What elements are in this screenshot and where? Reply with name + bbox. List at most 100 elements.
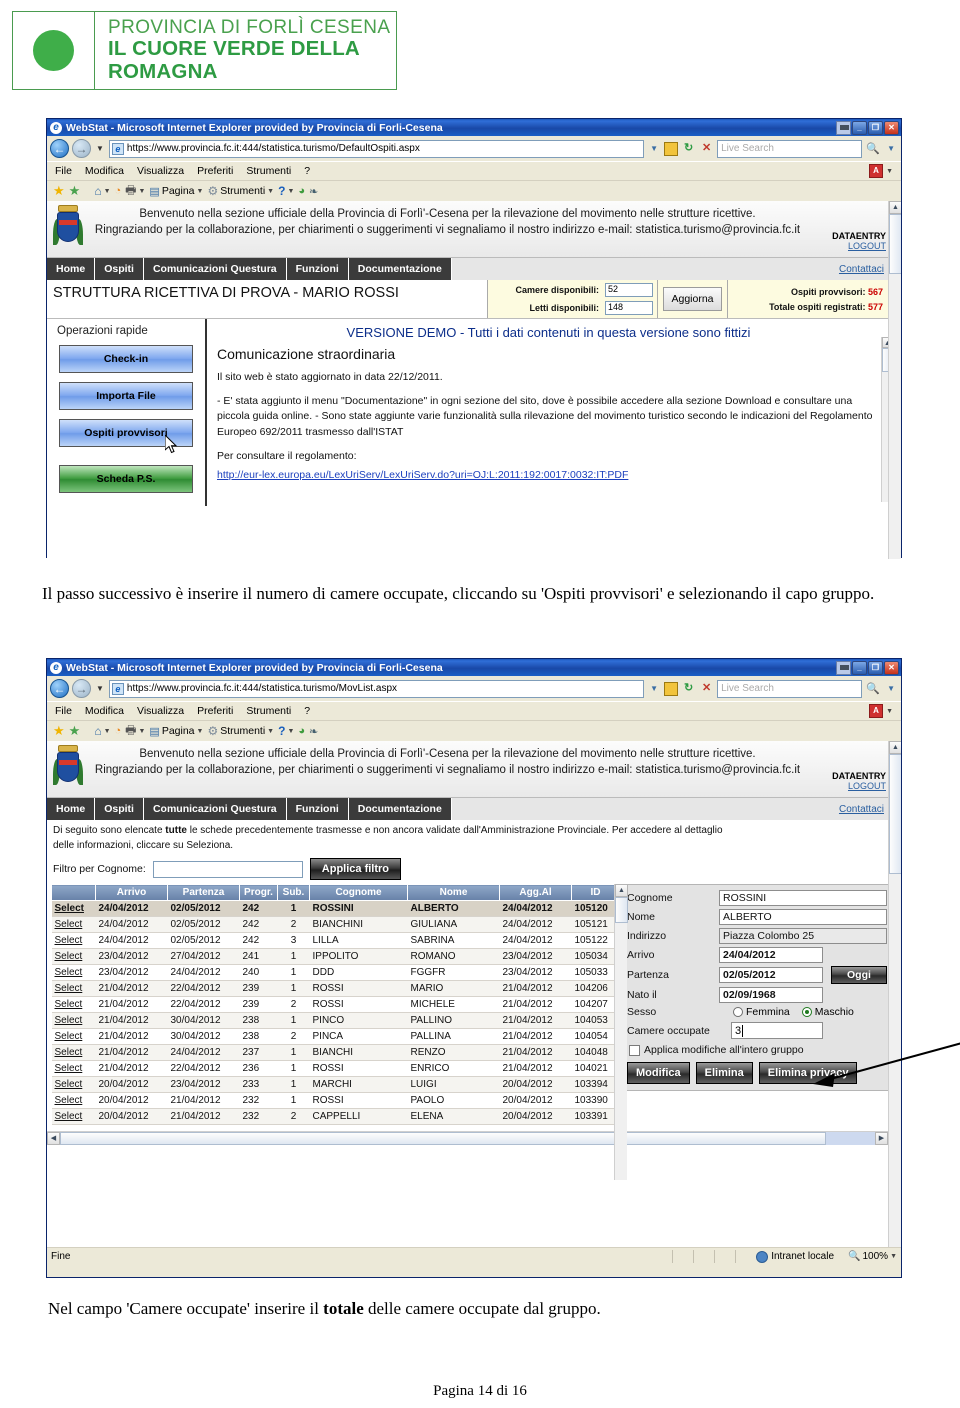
table-scroll-thumb[interactable] xyxy=(615,897,628,923)
add-favorite-icon-1[interactable]: ★ xyxy=(69,183,81,199)
table-row[interactable]: Select 24/04/2012 02/05/2012 242 1 ROSSINI ALB… xyxy=(51,900,620,917)
apply-filter-button[interactable]: Applica filtro xyxy=(309,858,402,880)
table-row[interactable]: Select 21/04/2012 24/04/2012 237 1 BIANCHI REN… xyxy=(51,1044,620,1061)
table-row[interactable]: Select 20/04/2012 21/04/2012 232 2 CAPPELLI EL… xyxy=(51,1108,620,1125)
th-sub[interactable]: Sub. xyxy=(277,884,310,901)
home-icon-2[interactable]: ⌂ xyxy=(94,724,101,738)
help-chevron-down-icon-2[interactable]: ▼ xyxy=(287,728,294,735)
print-icon-1[interactable]: 🖶 xyxy=(125,181,136,202)
select-link[interactable]: Select xyxy=(55,1047,83,1058)
stop-icon-1[interactable]: ✕ xyxy=(699,141,714,156)
maximize-button-1[interactable]: ❐ xyxy=(868,120,883,135)
print-chevron-down-icon-2[interactable]: ▼ xyxy=(138,728,145,735)
address-input-1[interactable]: e https://www.provincia.fc.it:444/statis… xyxy=(108,139,645,158)
add-favorite-icon-2[interactable]: ★ xyxy=(69,723,81,739)
th-cognome[interactable]: Cognome xyxy=(309,884,408,901)
th-progr[interactable]: Progr. xyxy=(239,884,278,901)
search-icon-1[interactable]: 🔍 xyxy=(865,140,881,158)
oggi-button[interactable]: Oggi xyxy=(831,966,887,984)
checkin-button[interactable]: Check-in xyxy=(59,345,193,373)
stop-icon-2[interactable]: ✕ xyxy=(699,681,714,696)
radio-maschio[interactable]: Maschio xyxy=(801,1006,854,1018)
scroll-up-icon-1[interactable]: ▲ xyxy=(889,201,901,214)
nav-funzioni-2[interactable]: Funzioni xyxy=(286,798,349,820)
nav-documentazione-1[interactable]: Documentazione xyxy=(348,258,452,280)
menu-modifica-1[interactable]: Modifica xyxy=(85,165,124,177)
search-chevron-down-icon-1[interactable]: ▼ xyxy=(884,144,898,153)
tools-gear-icon-2[interactable]: ⚙ xyxy=(207,724,218,738)
radio-femmina[interactable]: Femmina xyxy=(733,1006,790,1018)
help-icon-1[interactable]: ? xyxy=(278,184,285,198)
nav-ospiti-1[interactable]: Ospiti xyxy=(95,258,144,280)
table-row[interactable]: Select 21/04/2012 30/04/2012 238 1 PINCO PALLI… xyxy=(51,1012,620,1029)
detail-nome-input[interactable]: ALBERTO xyxy=(719,909,887,925)
printer-icon[interactable] xyxy=(836,120,851,135)
row-select-cell[interactable]: Select xyxy=(51,1108,96,1125)
menu-preferiti-2[interactable]: Preferiti xyxy=(197,705,233,717)
page-horizontal-scrollbar-2[interactable]: ◀ ▶ xyxy=(47,1131,888,1145)
research-icon-2[interactable]: ❧ xyxy=(309,725,318,738)
select-link[interactable]: Select xyxy=(55,935,83,946)
logout-link-1[interactable]: LOGOUT xyxy=(848,241,886,251)
table-row[interactable]: Select 24/04/2012 02/05/2012 242 2 BIANCHINI G… xyxy=(51,916,620,933)
home-icon-1[interactable]: ⌂ xyxy=(94,184,101,198)
table-row[interactable]: Select 20/04/2012 21/04/2012 232 1 ROSSI PAOLO… xyxy=(51,1092,620,1109)
scroll-thumb-2[interactable] xyxy=(889,754,901,874)
select-link[interactable]: Select xyxy=(55,919,83,930)
minimize-button-2[interactable]: _ xyxy=(852,660,867,675)
nav-ospiti-2[interactable]: Ospiti xyxy=(95,798,144,820)
filter-surname-input[interactable] xyxy=(152,860,303,878)
rss-feed-icon-1[interactable]: ◔ xyxy=(115,185,122,197)
search-input-1[interactable]: Live Search xyxy=(717,139,863,158)
menu-strumenti-2[interactable]: Strumenti xyxy=(246,705,291,717)
row-select-cell[interactable]: Select xyxy=(51,964,96,981)
favorites-star-icon-2[interactable]: ★ xyxy=(53,723,65,739)
row-select-cell[interactable]: Select xyxy=(51,1060,96,1077)
tools-chevron-down-icon-1[interactable]: ▼ xyxy=(267,188,274,195)
menu-file-2[interactable]: File xyxy=(55,705,72,717)
nav-funzioni-1[interactable]: Funzioni xyxy=(286,258,349,280)
zoom-chevron-down-icon[interactable]: ▼ xyxy=(890,1253,897,1260)
regolamento-link[interactable]: http://eur-lex.europa.eu/LexUriServ/LexU… xyxy=(217,469,628,481)
row-select-cell[interactable]: Select xyxy=(51,1012,96,1029)
ospiti-provvisori-button[interactable]: Ospiti provvisori xyxy=(59,419,193,447)
close-button-1[interactable]: ✕ xyxy=(884,120,899,135)
apply-group-checkbox[interactable] xyxy=(629,1044,640,1056)
table-scroll-up-icon[interactable]: ▲ xyxy=(615,884,628,897)
contact-link-2[interactable]: Contattaci xyxy=(839,804,884,815)
printer-icon-2[interactable] xyxy=(836,660,851,675)
scroll-thumb-1[interactable] xyxy=(889,214,901,274)
table-vertical-scrollbar[interactable]: ▲ xyxy=(614,884,628,1180)
refresh-icon-2[interactable]: ↻ xyxy=(681,681,696,696)
select-link[interactable]: Select xyxy=(55,983,83,994)
page-menu-icon-1[interactable]: ▤ xyxy=(149,185,159,198)
table-row[interactable]: Select 21/04/2012 22/04/2012 239 1 ROSSI MARIO… xyxy=(51,980,620,997)
table-row[interactable]: Select 20/04/2012 23/04/2012 233 1 MARCHI LUIG… xyxy=(51,1076,620,1093)
table-row[interactable]: Select 21/04/2012 30/04/2012 238 2 PINCA PALLI… xyxy=(51,1028,620,1045)
row-select-cell[interactable]: Select xyxy=(51,996,96,1013)
th-partenza[interactable]: Partenza xyxy=(167,884,240,901)
pdf-chevron-down-icon-2[interactable]: ▼ xyxy=(886,708,893,715)
tools-menu-label-2[interactable]: Strumenti xyxy=(220,725,265,737)
pdf-chevron-down-icon-1[interactable]: ▼ xyxy=(886,168,893,175)
select-link[interactable]: Select xyxy=(55,1111,83,1122)
nav-comunicazioni-questura-1[interactable]: Comunicazioni Questura xyxy=(143,258,287,280)
row-select-cell[interactable]: Select xyxy=(51,932,96,949)
print-icon-2[interactable]: 🖶 xyxy=(125,721,136,742)
th-id[interactable]: ID xyxy=(571,884,620,901)
help-chevron-down-icon-1[interactable]: ▼ xyxy=(287,188,294,195)
select-link[interactable]: Select xyxy=(55,903,84,914)
row-select-cell[interactable]: Select xyxy=(51,1028,96,1045)
row-select-cell[interactable]: Select xyxy=(51,916,96,933)
security-zone[interactable]: Intranet locale xyxy=(756,1250,844,1263)
menu-preferiti-1[interactable]: Preferiti xyxy=(197,165,233,177)
detail-arrivo-input[interactable]: 24/04/2012 xyxy=(719,947,823,963)
history-chevron-down-icon-2[interactable]: ▼ xyxy=(94,684,106,693)
table-row[interactable]: Select 23/04/2012 24/04/2012 240 1 DDD FGGFR 23… xyxy=(51,964,620,981)
tools-chevron-down-icon-2[interactable]: ▼ xyxy=(267,728,274,735)
back-icon[interactable]: ← xyxy=(50,139,69,158)
nav-home-2[interactable]: Home xyxy=(47,798,96,820)
row-select-cell[interactable]: Select xyxy=(51,980,96,997)
camere-occupate-input[interactable]: 3 xyxy=(731,1022,823,1039)
home-chevron-down-icon-1[interactable]: ▼ xyxy=(104,188,111,195)
